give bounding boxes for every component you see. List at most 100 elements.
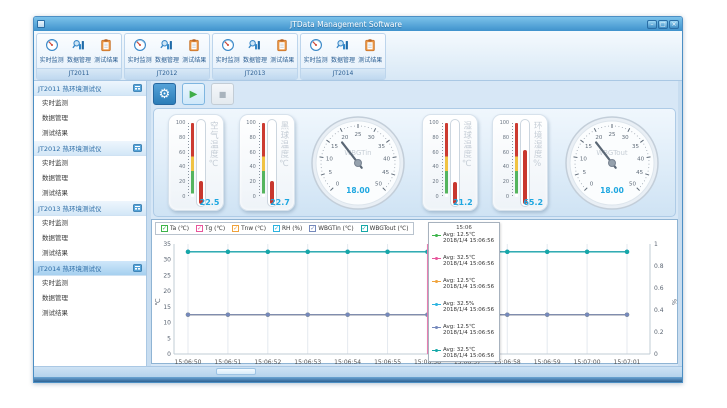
sidebar: JT2011 热环境测试仪实时监测数据管理测试结果JT2012 热环境测试仪实时… <box>34 81 147 366</box>
sidebar-item-jt2011-data[interactable]: 数据管理 <box>34 111 146 126</box>
ribbon-button-jt2013-data[interactable]: 数据管理 <box>241 38 268 64</box>
minimize-button[interactable]: – <box>647 20 657 29</box>
thermometer-zone-strip <box>515 123 518 197</box>
series-marker <box>585 250 589 254</box>
svg-text:20: 20 <box>342 135 349 141</box>
thermometer-humidity: 100806040200环境湿度%65.2 <box>492 114 548 211</box>
ribbon-button-jt2014-data[interactable]: 数据管理 <box>329 38 356 64</box>
tooltip-entry-rh: Avg: 32.5%2018/1/4 15:06:56 <box>432 301 496 313</box>
right-axis-label: % <box>670 299 678 305</box>
ribbon-button-jt2012-data[interactable]: 数据管理 <box>153 38 180 64</box>
realtime-gauge-icon <box>45 38 59 54</box>
ribbon-button-jt2014-result[interactable]: 测试结果 <box>357 38 384 64</box>
series-marker-glyph <box>432 235 441 236</box>
sidebar-item-jt2014-realtime[interactable]: 实时监测 <box>34 276 146 291</box>
legend-checkbox[interactable]: ✓ <box>232 225 239 232</box>
svg-text:10: 10 <box>579 156 586 162</box>
legend-checkbox[interactable]: ✓ <box>161 225 168 232</box>
svg-text:15:06:55: 15:06:55 <box>374 359 401 366</box>
thermometer-label: 湿球温度℃ <box>462 121 472 170</box>
svg-text:10: 10 <box>163 320 171 327</box>
sidebar-item-jt2012-realtime[interactable]: 实时监测 <box>34 156 146 171</box>
legend-item[interactable]: ✓WBGTin (℃) <box>309 225 353 232</box>
thermometer-tube <box>450 119 460 207</box>
thermometer-tick: 60 <box>173 150 185 156</box>
sidebar-item-jt2014-data[interactable]: 数据管理 <box>34 291 146 306</box>
ribbon-button-label: 数据管理 <box>331 55 355 64</box>
window-bottom-edge <box>34 377 682 382</box>
series-marker <box>226 313 230 317</box>
sidebar-item-jt2013-result[interactable]: 测试结果 <box>34 246 146 261</box>
legend-item[interactable]: ✓Ta (℃) <box>161 225 189 232</box>
sidebar-item-jt2013-realtime[interactable]: 实时监测 <box>34 216 146 231</box>
thermometer-zone-strip <box>191 123 194 197</box>
sidebar-item-jt2012-data[interactable]: 数据管理 <box>34 171 146 186</box>
legend-checkbox[interactable]: ✓ <box>196 225 203 232</box>
thermometer-tick: 0 <box>427 194 439 200</box>
svg-text:15:06:50: 15:06:50 <box>175 359 202 366</box>
ribbon-button-jt2013-realtime[interactable]: 实时监测 <box>214 38 241 64</box>
svg-text:15:06:59: 15:06:59 <box>534 359 561 366</box>
settings-button[interactable]: ⚙ <box>153 83 176 105</box>
gauge-value: 18.00 <box>600 186 624 195</box>
svg-text:5: 5 <box>167 335 171 342</box>
sidebar-item-jt2013-data[interactable]: 数据管理 <box>34 231 146 246</box>
series-marker <box>306 313 310 317</box>
titlebar[interactable]: JTData Management Software –□× <box>34 17 682 31</box>
data-manage-icon <box>248 38 262 54</box>
maximize-button[interactable]: □ <box>658 20 668 29</box>
svg-text:0.6: 0.6 <box>654 285 664 292</box>
legend-checkbox[interactable]: ✓ <box>273 225 280 232</box>
ribbon-button-jt2013-result[interactable]: 测试结果 <box>269 38 296 64</box>
series-marker <box>625 250 629 254</box>
sidebar-item-jt2011-realtime[interactable]: 实时监测 <box>34 96 146 111</box>
series-marker <box>266 313 270 317</box>
app-icon <box>37 20 45 28</box>
thermometer-tick: 80 <box>244 135 256 141</box>
svg-text:45: 45 <box>382 169 389 175</box>
series-marker <box>345 250 349 254</box>
sidebar-group-jt2011[interactable]: JT2011 热环境测试仪 <box>34 81 146 96</box>
window-title: JTData Management Software <box>45 20 647 29</box>
instruments-panel: 100806040200空气温度℃22.5100806040200黑球温度℃22… <box>153 108 676 217</box>
stop-button[interactable]: ■ <box>211 83 234 105</box>
sidebar-group-jt2014[interactable]: JT2014 热环境测试仪 <box>34 261 146 276</box>
ribbon-button-jt2012-realtime[interactable]: 实时监测 <box>126 38 153 64</box>
thermometer-tick: 0 <box>173 194 185 200</box>
svg-text:0: 0 <box>336 181 340 187</box>
tooltip-entry-tnw: Avg: 12.5℃2018/1/4 15:06:56 <box>432 278 496 290</box>
test-result-icon <box>187 38 201 54</box>
legend-checkbox[interactable]: ✓ <box>361 225 368 232</box>
legend-item[interactable]: ✓RH (%) <box>273 225 302 232</box>
ribbon-button-jt2014-realtime[interactable]: 实时监测 <box>302 38 329 64</box>
thermometer-tick: 60 <box>244 150 256 156</box>
horizontal-scrollbar[interactable] <box>34 366 682 377</box>
thermometer-tick: 40 <box>173 164 185 170</box>
close-button[interactable]: × <box>669 20 679 29</box>
sidebar-item-jt2014-result[interactable]: 测试结果 <box>34 306 146 321</box>
svg-text:15: 15 <box>163 304 171 311</box>
sidebar-group-jt2012[interactable]: JT2012 热环境测试仪 <box>34 141 146 156</box>
ribbon-button-jt2011-realtime[interactable]: 实时监测 <box>38 38 65 64</box>
ribbon-button-jt2011-data[interactable]: 数据管理 <box>65 38 92 64</box>
legend-label: Ta (℃) <box>170 226 189 232</box>
device-icon <box>133 144 142 152</box>
tooltip-time: 15:06 <box>432 225 496 231</box>
ribbon-button-jt2011-result[interactable]: 测试结果 <box>93 38 120 64</box>
thermometer-mercury <box>523 150 527 204</box>
svg-text:25: 25 <box>355 132 362 138</box>
tooltip-timestamp: 2018/1/4 15:06:56 <box>432 238 496 244</box>
ribbon: 实时监测数据管理测试结果JT2011实时监测数据管理测试结果JT2012实时监测… <box>34 31 682 81</box>
legend-label: RH (%) <box>282 226 302 232</box>
sidebar-item-jt2012-result[interactable]: 测试结果 <box>34 186 146 201</box>
legend-item[interactable]: ✓WBGTout (℃) <box>361 225 409 232</box>
legend-checkbox[interactable]: ✓ <box>309 225 316 232</box>
sidebar-group-jt2013[interactable]: JT2013 热环境测试仪 <box>34 201 146 216</box>
sidebar-item-jt2011-result[interactable]: 测试结果 <box>34 126 146 141</box>
scrollbar-thumb[interactable] <box>216 368 256 375</box>
legend-item[interactable]: ✓Tnw (℃) <box>232 225 266 232</box>
svg-text:45: 45 <box>636 169 643 175</box>
ribbon-button-jt2012-result[interactable]: 测试结果 <box>181 38 208 64</box>
legend-item[interactable]: ✓Tg (℃) <box>196 225 225 232</box>
start-button[interactable]: ▶ <box>182 83 205 105</box>
